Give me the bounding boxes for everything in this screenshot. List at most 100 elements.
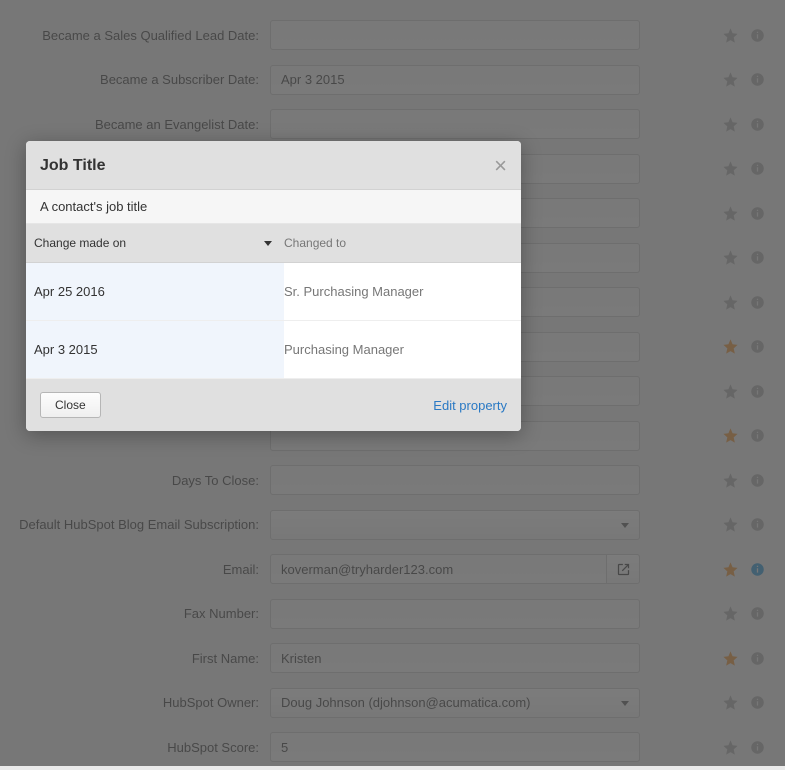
info-icon[interactable] [749,294,766,311]
form-row: Days To Close: [0,458,785,503]
info-icon[interactable] [749,71,766,88]
star-icon[interactable] [722,472,739,489]
star-icon[interactable] [722,650,739,667]
row-actions [640,71,771,88]
star-icon[interactable] [722,116,739,133]
field-input[interactable]: 5 [270,732,640,762]
row-actions [640,650,771,667]
field-input[interactable]: Apr 3 2015 [270,65,640,95]
form-row: HubSpot Score:5 [0,725,785,770]
info-icon[interactable] [749,383,766,400]
history-row: Apr 25 2016Sr. Purchasing Manager [26,263,521,321]
history-date: Apr 3 2015 [26,321,284,378]
form-row: HubSpot Owner:Doug Johnson (djohnson@acu… [0,681,785,726]
field-label: Email: [14,562,270,577]
row-actions [640,472,771,489]
external-link-button[interactable] [606,555,639,583]
field-value: koverman@tryharder123.com [281,562,606,577]
star-icon[interactable] [722,249,739,266]
form-row: Email: koverman@tryharder123.com [0,547,785,592]
star-icon[interactable] [722,605,739,622]
form-row: Became an Evangelist Date: [0,102,785,147]
star-icon[interactable] [722,694,739,711]
field-input[interactable] [270,599,640,629]
row-actions [640,694,771,711]
row-actions [640,249,771,266]
column-change-made-on[interactable]: Change made on [34,236,284,250]
star-icon[interactable] [722,561,739,578]
info-icon[interactable] [749,160,766,177]
close-button[interactable]: Close [40,392,101,418]
row-actions [640,605,771,622]
star-icon[interactable] [722,294,739,311]
field-input[interactable] [270,20,640,50]
info-icon[interactable] [749,650,766,667]
history-table-header: Change made on Changed to [26,224,521,263]
star-icon[interactable] [722,338,739,355]
job-title-modal: Job Title × A contact's job title Change… [26,141,521,431]
info-icon[interactable] [749,516,766,533]
star-icon[interactable] [722,427,739,444]
field-select[interactable] [270,510,640,540]
form-row: Became a Sales Qualified Lead Date: [0,13,785,58]
row-actions [640,294,771,311]
row-actions [640,27,771,44]
row-actions [640,338,771,355]
star-icon[interactable] [722,516,739,533]
history-row: Apr 3 2015Purchasing Manager [26,321,521,379]
row-actions [640,739,771,756]
history-table-body: Apr 25 2016Sr. Purchasing ManagerApr 3 2… [26,263,521,379]
info-icon[interactable] [749,472,766,489]
row-actions [640,116,771,133]
info-icon[interactable] [749,694,766,711]
star-icon[interactable] [722,205,739,222]
row-actions [640,383,771,400]
history-value: Purchasing Manager [284,342,513,357]
info-icon[interactable] [749,249,766,266]
star-icon[interactable] [722,71,739,88]
modal-close-button[interactable]: × [494,155,507,177]
modal-footer: Close Edit property [26,379,521,431]
edit-property-link[interactable]: Edit property [433,398,507,413]
info-icon[interactable] [749,338,766,355]
field-input[interactable] [270,109,640,139]
history-value: Sr. Purchasing Manager [284,284,513,299]
info-icon[interactable] [749,605,766,622]
field-label: Became an Evangelist Date: [14,117,270,132]
field-label: Became a Subscriber Date: [14,72,270,87]
field-label: HubSpot Owner: [14,695,270,710]
info-icon[interactable] [749,561,766,578]
info-icon[interactable] [749,116,766,133]
star-icon[interactable] [722,160,739,177]
form-row [0,0,785,13]
star-icon[interactable] [722,27,739,44]
star-icon[interactable] [722,739,739,756]
field-label: Days To Close: [14,473,270,488]
info-icon[interactable] [749,739,766,756]
row-actions [640,561,771,578]
form-row: Default HubSpot Blog Email Subscription: [0,503,785,548]
column-changed-to: Changed to [284,236,513,250]
field-input[interactable]: koverman@tryharder123.com [270,554,640,584]
field-label: Default HubSpot Blog Email Subscription: [14,517,270,532]
field-select[interactable]: Doug Johnson (djohnson@acumatica.com) [270,688,640,718]
field-label: Fax Number: [14,606,270,621]
row-actions [640,205,771,222]
field-label: HubSpot Score: [14,740,270,755]
form-row: Fax Number: [0,592,785,637]
star-icon[interactable] [722,383,739,400]
info-icon[interactable] [749,205,766,222]
form-row: Became a Subscriber Date:Apr 3 2015 [0,58,785,103]
modal-title: Job Title [40,157,494,175]
modal-description: A contact's job title [26,190,521,224]
row-actions [640,427,771,444]
modal-header: Job Title × [26,141,521,190]
form-row: First Name:Kristen [0,636,785,681]
info-icon[interactable] [749,27,766,44]
sort-caret-icon [264,241,272,246]
row-actions [640,160,771,177]
field-input[interactable]: Kristen [270,643,640,673]
field-input[interactable] [270,465,640,495]
field-label: Became a Sales Qualified Lead Date: [14,28,270,43]
info-icon[interactable] [749,427,766,444]
